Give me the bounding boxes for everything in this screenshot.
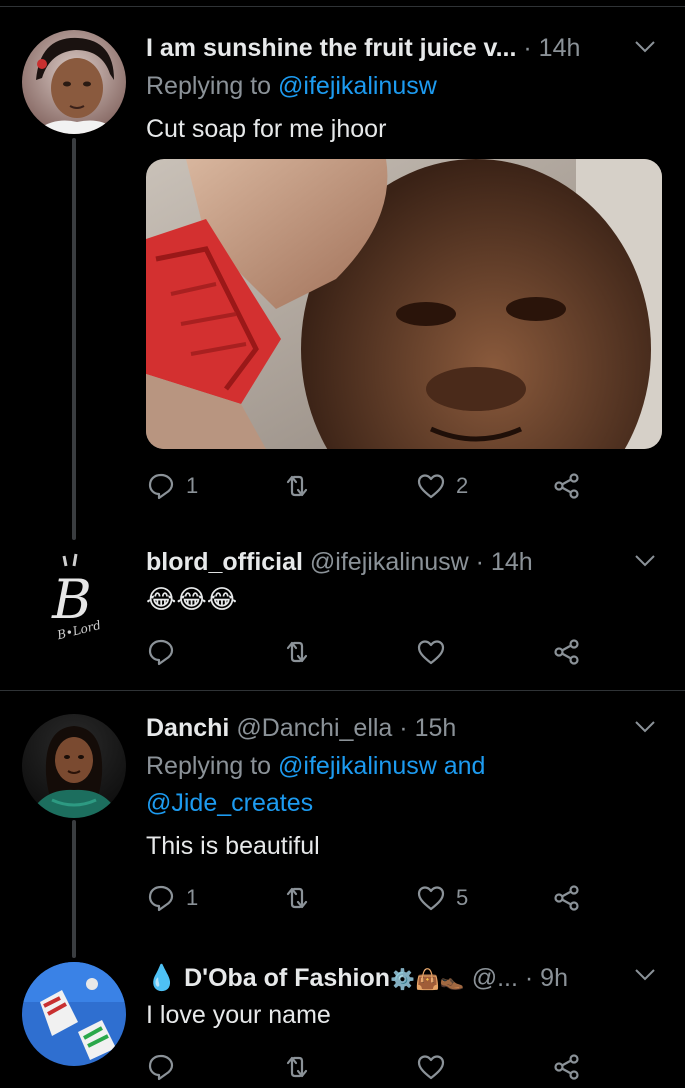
chevron-down-icon[interactable] <box>634 40 656 54</box>
like-button[interactable]: 5 <box>416 883 468 913</box>
heart-icon <box>417 474 445 499</box>
avatar[interactable] <box>22 30 126 134</box>
reply-button[interactable]: 1 <box>146 471 198 501</box>
reply-button[interactable] <box>146 637 186 667</box>
tweet-text: 😂😂😂 <box>146 584 238 614</box>
share-button[interactable] <box>552 471 582 501</box>
drop-emoji: 💧 <box>146 964 178 992</box>
timestamp[interactable]: · 14h <box>523 34 580 62</box>
tweet-header: I am sunshine the fruit juice v... · 14h <box>146 34 580 63</box>
tweet-actions: 1 2 <box>146 471 596 507</box>
display-name[interactable]: blord_official <box>146 548 303 576</box>
tweet-actions <box>146 1052 596 1088</box>
share-button[interactable] <box>552 1052 582 1082</box>
like-button[interactable] <box>416 637 456 667</box>
like-count: 2 <box>456 473 469 498</box>
share-icon <box>554 885 579 911</box>
reply-count: 1 <box>186 885 199 910</box>
replying-to: Replying to @ifejikalinusw and <box>146 752 485 781</box>
avatar[interactable] <box>22 962 126 1066</box>
tweet-image[interactable] <box>146 159 662 449</box>
mention-link[interactable]: @ifejikalinusw <box>278 72 437 100</box>
reply-button[interactable]: 1 <box>146 883 198 913</box>
thread-connector <box>72 820 76 958</box>
tweet-header: blord_official @ifejikalinusw · 14h <box>146 548 533 577</box>
retweet-button[interactable] <box>282 637 322 667</box>
display-name[interactable]: Danchi <box>146 714 229 742</box>
retweet-button[interactable] <box>282 471 322 501</box>
replying-to-continued: @Jide_creates <box>146 789 313 818</box>
like-button[interactable] <box>416 1052 456 1082</box>
reply-count: 1 <box>186 473 199 498</box>
retweet-icon <box>286 1056 308 1078</box>
thread-connector <box>72 138 76 540</box>
tweet-actions: 1 5 <box>146 883 596 919</box>
mention-link[interactable]: @ifejikalinusw and <box>278 752 485 780</box>
reply-icon <box>148 473 174 500</box>
heart-icon <box>417 640 445 665</box>
replying-to: Replying to @ifejikalinusw <box>146 72 437 101</box>
reply-button[interactable] <box>146 1052 186 1082</box>
username[interactable]: @... <box>472 964 518 992</box>
avatar[interactable]: B B•Lord <box>22 548 126 652</box>
replying-label: Replying to <box>146 752 272 780</box>
retweet-icon <box>286 887 308 909</box>
tweet-divider <box>0 690 685 691</box>
top-divider <box>0 6 685 7</box>
tweet-header: Danchi @Danchi_ella · 15h <box>146 714 456 743</box>
heart-icon <box>417 886 445 911</box>
heart-icon <box>417 1055 445 1080</box>
timestamp[interactable]: · 14h <box>476 548 533 576</box>
retweet-icon <box>286 641 308 663</box>
retweet-button[interactable] <box>282 1052 322 1082</box>
like-button[interactable]: 2 <box>416 471 468 501</box>
share-icon <box>554 639 579 665</box>
tweet-header: 💧 D'Oba of Fashion⚙️👜👞 @... · 9h <box>146 964 568 993</box>
reply-icon <box>148 1054 174 1081</box>
tweet-text: I love your name <box>146 1001 331 1029</box>
share-button[interactable] <box>552 637 582 667</box>
share-button[interactable] <box>552 883 582 913</box>
display-name[interactable]: I am sunshine the fruit juice v... <box>146 34 516 62</box>
share-icon <box>554 473 579 499</box>
retweet-button[interactable] <box>282 883 322 913</box>
reply-icon <box>148 885 174 912</box>
retweet-icon <box>286 475 308 497</box>
username[interactable]: @ifejikalinusw <box>310 548 469 576</box>
username[interactable]: @Danchi_ella <box>236 714 392 742</box>
display-name[interactable]: D'Oba of Fashion <box>184 964 390 992</box>
replying-label: Replying to <box>146 72 272 100</box>
like-count: 5 <box>456 885 469 910</box>
timestamp[interactable]: · 9h <box>525 964 568 992</box>
tweet-actions <box>146 637 596 673</box>
timestamp[interactable]: · 15h <box>399 714 456 742</box>
chevron-down-icon[interactable] <box>634 968 656 982</box>
reply-icon <box>148 639 174 666</box>
tweet-text: This is beautiful <box>146 832 320 860</box>
name-emojis: ⚙️👜👞 <box>390 969 465 991</box>
chevron-down-icon[interactable] <box>634 720 656 734</box>
avatar[interactable] <box>22 714 126 818</box>
mention-link[interactable]: @Jide_creates <box>146 789 313 817</box>
chevron-down-icon[interactable] <box>634 554 656 568</box>
share-icon <box>554 1054 579 1080</box>
tweet-text: Cut soap for me jhoor <box>146 115 387 143</box>
